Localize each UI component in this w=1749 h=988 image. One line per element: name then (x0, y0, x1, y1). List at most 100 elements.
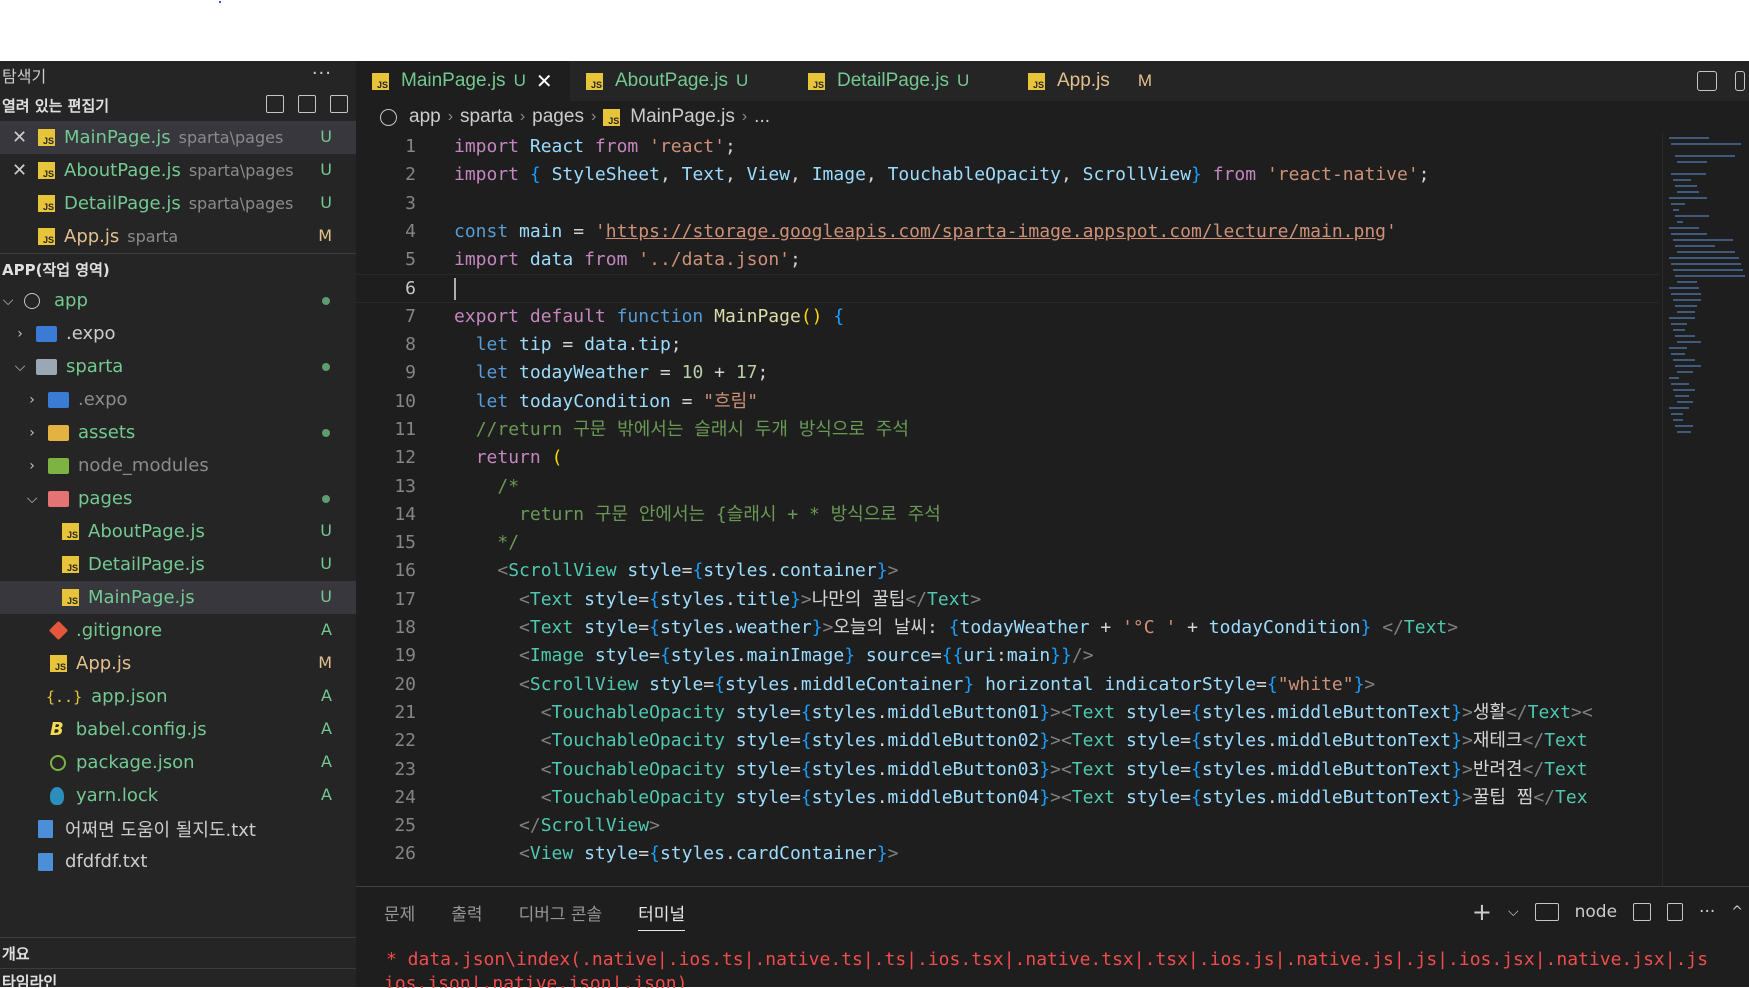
close-icon[interactable]: ✕ (536, 69, 553, 94)
code-line[interactable]: 9 let todayWeather = 10 + 17; (356, 359, 1659, 387)
breadcrumb-file[interactable]: MainPage.js (630, 106, 735, 128)
code-line[interactable]: 26 <View style={styles.cardContainer}> (356, 840, 1659, 868)
open-editor-item[interactable]: ✕ JS MainPage.js sparta\pages U (0, 121, 356, 154)
open-editor-path: sparta\pages (188, 161, 294, 180)
code-line[interactable]: 5 import data from '../data.json'; (356, 246, 1659, 274)
code-line[interactable]: 8 let tip = data.tip; (356, 331, 1659, 359)
code-line[interactable]: 12 return ( (356, 444, 1659, 472)
more-icon[interactable]: ··· (312, 63, 332, 84)
code-line[interactable]: 10 let todayCondition = "흐림" (356, 388, 1659, 416)
minimap[interactable] (1662, 133, 1749, 886)
tree-file-gitignore[interactable]: · .gitignore A (0, 614, 356, 647)
tree-folder-pages[interactable]: ⌵ pages (0, 482, 356, 515)
timeline-title: 타임라인 (2, 973, 58, 987)
tree-item-label: app.json (91, 686, 168, 707)
tree-file-appjson[interactable]: {..} app.json A (0, 680, 356, 713)
code-line[interactable]: 19 <Image style={styles.mainImage} sourc… (356, 642, 1659, 670)
code-line[interactable]: 18 <Text style={styles.weather}>오늘의 날씨: … (356, 614, 1659, 642)
minimap-line (1671, 263, 1741, 265)
code-line[interactable]: 23 <TouchableOpacity style={styles.middl… (356, 756, 1659, 784)
breadcrumb-more[interactable]: ... (754, 106, 770, 128)
code-line[interactable]: 25 </ScrollView> (356, 812, 1659, 840)
tree-folder-expo[interactable]: › .expo (0, 317, 356, 350)
tree-file-babel[interactable]: B babel.config.js A (0, 713, 356, 746)
breadcrumb-sparta[interactable]: sparta (460, 106, 513, 128)
breadcrumb-app[interactable]: app (409, 106, 441, 128)
tree-folder-app[interactable]: ⌵ app (0, 284, 356, 317)
new-file-icon[interactable] (266, 95, 284, 113)
code-line[interactable]: 14 return 구문 안에서는 {슬래시 + * 방식으로 주석 (356, 501, 1659, 529)
trash-icon[interactable] (1667, 903, 1684, 921)
open-editor-path: sparta\pages (178, 128, 284, 147)
tree-file-appjs[interactable]: JS App.js M (0, 647, 356, 680)
code-line[interactable]: 21 <TouchableOpacity style={styles.middl… (356, 699, 1659, 727)
new-terminal-icon[interactable]: + (1472, 898, 1492, 926)
tree-file-dfdfdf[interactable]: dfdfdf.txt (0, 845, 356, 878)
code-line[interactable]: 20 <ScrollView style={styles.middleConta… (356, 671, 1659, 699)
code-editor[interactable]: 1 import React from 'react'; 2 import { Sty… (356, 133, 1659, 886)
tree-file-detailpage[interactable]: JS DetailPage.js U (0, 548, 356, 581)
save-all-icon[interactable] (298, 95, 316, 113)
tree-file-yarnlock[interactable]: yarn.lock A (0, 779, 356, 812)
tab-debug-console[interactable]: 디버그 콘솔 (519, 887, 603, 937)
tree-file-aboutpage[interactable]: JS AboutPage.js U (0, 515, 356, 548)
more-icon[interactable]: ··· (1699, 902, 1715, 922)
tab-aboutpage[interactable]: JS AboutPage.js U (570, 61, 792, 101)
code-line[interactable]: 22 <TouchableOpacity style={styles.middl… (356, 727, 1659, 755)
open-editor-item[interactable]: JS App.js sparta M (0, 220, 356, 253)
code-line[interactable]: 1 import React from 'react'; (356, 133, 1659, 161)
split-editor-icon[interactable] (1735, 71, 1745, 91)
tree-folder-node-modules[interactable]: › node_modules (0, 449, 356, 482)
minimap-line (1673, 269, 1743, 271)
code-line[interactable]: 2 import { StyleSheet, Text, View, Image,… (356, 161, 1659, 189)
status-dot (322, 363, 330, 371)
chevron-down-icon[interactable]: ⌵ (1508, 904, 1519, 920)
code-line[interactable]: 4 const main = 'https://storage.googleapi… (356, 218, 1659, 246)
tab-detailpage[interactable]: JS DetailPage.js U (792, 61, 1012, 101)
code-line[interactable]: 7 export default function MainPage() { (356, 303, 1659, 331)
code-text: import data from '../data.json'; (454, 249, 801, 271)
code-text: </ScrollView> (519, 815, 660, 837)
code-line[interactable]: 11 //return 구문 밖에서는 슬래시 두개 방식으로 주석 (356, 416, 1659, 444)
tree-file-txt[interactable]: 어쩌면 도움이 될지도.txt (0, 812, 356, 845)
open-editors-header[interactable]: 열려 있는 편집기 (0, 89, 356, 121)
terminal-shell-label[interactable]: node (1575, 902, 1617, 922)
tab-output[interactable]: 출력 (451, 887, 482, 937)
outline-header[interactable]: 개요 (0, 938, 356, 968)
tree-folder-assets[interactable]: › assets (0, 416, 356, 449)
chevron-right-icon: › (17, 325, 23, 342)
close-all-icon[interactable] (330, 95, 348, 113)
code-line[interactable]: 13 /* (356, 473, 1659, 501)
split-terminal-icon[interactable] (1633, 903, 1652, 921)
open-editor-item[interactable]: ✕ JS AboutPage.js sparta\pages U (0, 154, 356, 187)
text-file-icon (38, 819, 53, 838)
code-line[interactable]: 16 <ScrollView style={styles.container}> (356, 557, 1659, 585)
tree-folder-expo-sub[interactable]: › .expo (0, 383, 356, 416)
code-text: export default function MainPage() { (454, 305, 845, 327)
tree-file-package[interactable]: package.json A (0, 746, 356, 779)
code-line[interactable]: 6 (356, 274, 1659, 303)
close-icon[interactable]: ✕ (12, 127, 27, 148)
workspace-header[interactable]: APP(작업 영역) (0, 253, 356, 284)
tab-mainpage[interactable]: JS MainPage.js U ✕ (356, 61, 570, 101)
open-editor-item[interactable]: JS DetailPage.js sparta\pages U (0, 187, 356, 220)
breadcrumb-pages[interactable]: pages (532, 106, 584, 128)
tree-file-mainpage[interactable]: JS MainPage.js U (0, 581, 356, 614)
code-line[interactable]: 15 */ (356, 529, 1659, 557)
minimap-line (1673, 419, 1683, 421)
code-line[interactable]: 3 (356, 190, 1659, 218)
tree-folder-sparta[interactable]: ⌵ sparta (0, 350, 356, 383)
timeline-header[interactable]: 타임라인 (0, 971, 356, 987)
tab-appjs[interactable]: JS App.js M (1012, 61, 1180, 101)
code-text: */ (497, 532, 520, 554)
js-file-icon: JS (62, 556, 79, 573)
close-icon[interactable]: ✕ (12, 160, 27, 181)
code-text: let todayCondition = "흐림" (475, 390, 759, 412)
minimap-line (1677, 371, 1693, 373)
code-line[interactable]: 24 <TouchableOpacity style={styles.middl… (356, 784, 1659, 812)
tab-problems[interactable]: 문제 (384, 887, 415, 937)
tab-terminal[interactable]: 터미널 (638, 887, 685, 937)
source-control-compare-icon[interactable] (1697, 71, 1717, 91)
chevron-up-icon[interactable]: ^ (1731, 904, 1743, 920)
code-line[interactable]: 17 <Text style={styles.title}>나만의 꿀팁</Te… (356, 586, 1659, 614)
